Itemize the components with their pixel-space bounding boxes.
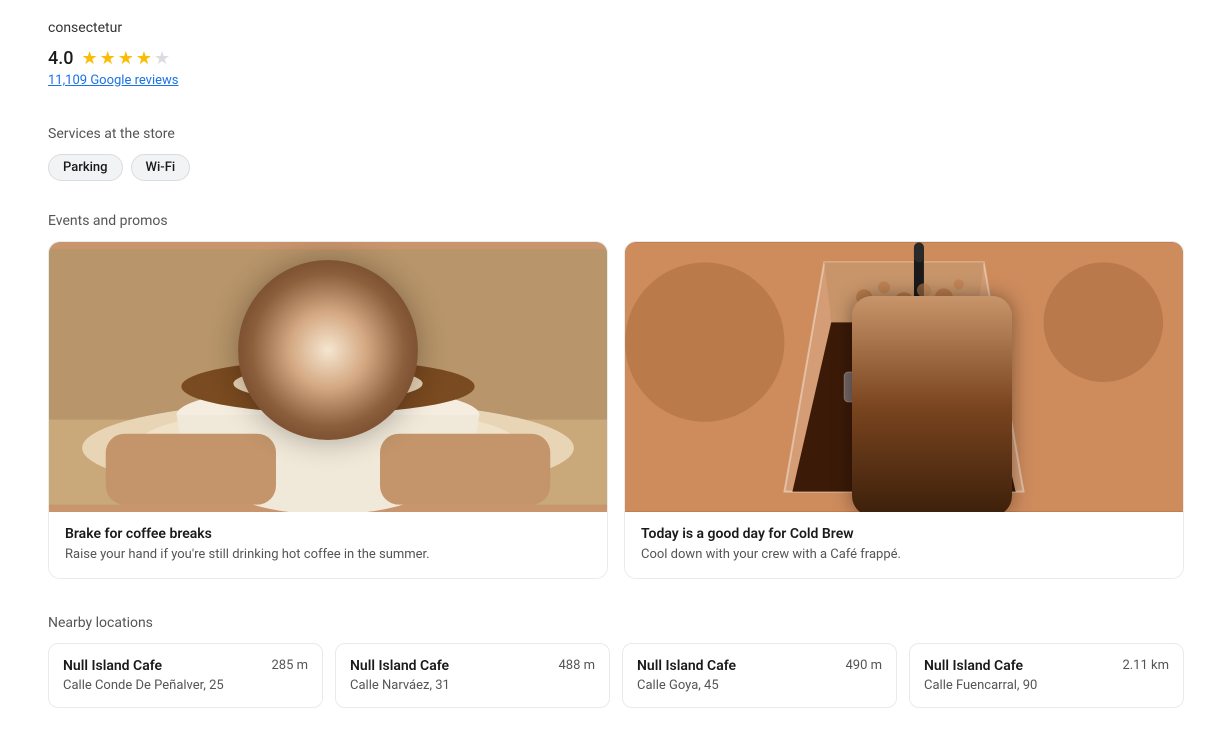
nearby-grid: Null Island Cafe 285 m Calle Conde De Pe… — [48, 643, 1184, 708]
nearby-name-0: Null Island Cafe — [63, 658, 162, 674]
event-image-coldbrew — [625, 242, 1183, 512]
event-info-coldbrew: Today is a good day for Cold Brew Cool d… — [625, 512, 1183, 578]
event-title-coldbrew: Today is a good day for Cold Brew — [641, 526, 1167, 542]
star-4: ★ — [136, 48, 152, 69]
rating-row: 4.0 ★ ★ ★ ★ ★ — [48, 48, 1184, 69]
stars-container: ★ ★ ★ ★ ★ — [81, 48, 170, 69]
nearby-card-3[interactable]: Null Island Cafe 2.11 km Calle Fuencarra… — [909, 643, 1184, 708]
nearby-card-1[interactable]: Null Island Cafe 488 m Calle Narváez, 31 — [335, 643, 610, 708]
event-title-latte: Brake for coffee breaks — [65, 526, 591, 542]
events-section: Events and promos — [48, 213, 1184, 579]
nearby-label: Nearby locations — [48, 615, 1184, 631]
star-3: ★ — [118, 48, 134, 69]
event-image-latte — [49, 242, 607, 512]
nearby-name-2: Null Island Cafe — [637, 658, 736, 674]
nearby-distance-2: 490 m — [845, 658, 882, 673]
nearby-card-2[interactable]: Null Island Cafe 490 m Calle Goya, 45 — [622, 643, 897, 708]
nearby-distance-1: 488 m — [558, 658, 595, 673]
star-1: ★ — [81, 48, 97, 69]
nearby-address-3: Calle Fuencarral, 90 — [924, 678, 1169, 693]
reviews-link[interactable]: 11,109 Google reviews — [48, 73, 1184, 88]
rating-score: 4.0 — [48, 48, 73, 69]
services-section: Services at the store Parking Wi-Fi — [48, 126, 1184, 181]
events-label: Events and promos — [48, 213, 1184, 229]
star-2: ★ — [100, 48, 116, 69]
nearby-name-3: Null Island Cafe — [924, 658, 1023, 674]
nearby-card-header-0: Null Island Cafe 285 m — [63, 658, 308, 674]
rating-section: consectetur 4.0 ★ ★ ★ ★ ★ 11,109 Google … — [48, 0, 1184, 98]
tag-wifi: Wi-Fi — [131, 154, 191, 181]
event-desc-latte: Raise your hand if you're still drinking… — [65, 546, 591, 564]
page-container: consectetur 4.0 ★ ★ ★ ★ ★ 11,109 Google … — [0, 0, 1232, 708]
nearby-name-1: Null Island Cafe — [350, 658, 449, 674]
star-5: ★ — [154, 48, 170, 69]
event-desc-coldbrew: Cool down with your crew with a Café fra… — [641, 546, 1167, 564]
nearby-card-0[interactable]: Null Island Cafe 285 m Calle Conde De Pe… — [48, 643, 323, 708]
nearby-card-header-1: Null Island Cafe 488 m — [350, 658, 595, 674]
nearby-card-header-2: Null Island Cafe 490 m — [637, 658, 882, 674]
event-card-coldbrew[interactable]: Today is a good day for Cold Brew Cool d… — [624, 241, 1184, 579]
description-text: consectetur — [48, 20, 1184, 36]
nearby-address-2: Calle Goya, 45 — [637, 678, 882, 693]
event-card-latte[interactable]: Brake for coffee breaks Raise your hand … — [48, 241, 608, 579]
nearby-card-header-3: Null Island Cafe 2.11 km — [924, 658, 1169, 674]
events-grid: Brake for coffee breaks Raise your hand … — [48, 241, 1184, 579]
nearby-distance-3: 2.11 km — [1122, 658, 1169, 673]
tags-row: Parking Wi-Fi — [48, 154, 1184, 181]
nearby-distance-0: 285 m — [271, 658, 308, 673]
services-label: Services at the store — [48, 126, 1184, 142]
nearby-address-0: Calle Conde De Peñalver, 25 — [63, 678, 308, 693]
nearby-section: Nearby locations Null Island Cafe 285 m … — [48, 615, 1184, 708]
event-info-latte: Brake for coffee breaks Raise your hand … — [49, 512, 607, 578]
tag-parking: Parking — [48, 154, 123, 181]
nearby-address-1: Calle Narváez, 31 — [350, 678, 595, 693]
